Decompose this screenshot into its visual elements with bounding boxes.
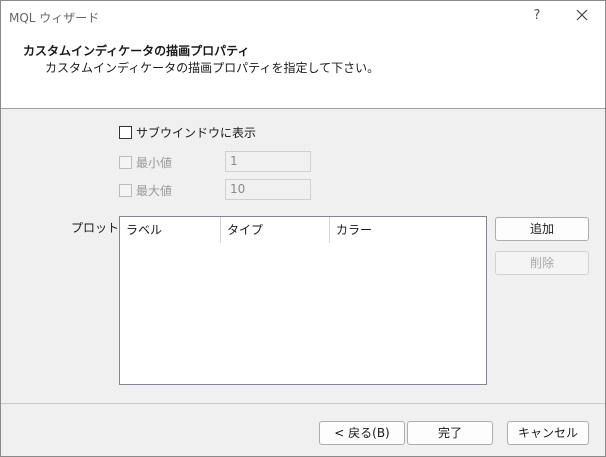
close-button[interactable] [567,4,597,28]
max-value-checkbox [119,184,132,197]
wizard-window: MQL ウィザード ? カスタムインディケータの描画プロパティ カスタムインディ… [0,0,606,457]
min-value-field: 1 [225,151,311,172]
back-button[interactable]: < 戻る(B) [319,421,405,445]
page-description: カスタムインディケータの描画プロパティを指定して下さい。 [45,61,380,75]
plot-label: プロット: [71,221,124,235]
max-value-field: 10 [225,179,311,200]
subwindow-checkbox-row[interactable]: サブウインドウに表示 [119,124,256,141]
max-value-checkbox-row: 最大値 [119,182,172,199]
min-value-label: 最小値 [136,156,173,170]
page-title: カスタムインディケータの描画プロパティ [23,44,250,58]
window-title: MQL ウィザード [9,11,100,25]
column-header-type[interactable]: タイプ [221,217,330,243]
column-header-label[interactable]: ラベル [120,217,221,243]
close-icon [576,9,588,21]
min-value-checkbox-row: 最小値 [119,154,172,171]
footer-divider [1,403,605,404]
column-header-color[interactable]: カラー [330,217,486,243]
add-plot-button[interactable]: 追加 [495,217,589,241]
plot-list-header: ラベル タイプ カラー [120,217,486,243]
help-button[interactable]: ? [523,4,551,28]
subwindow-checkbox[interactable] [119,126,132,139]
min-value-checkbox [119,156,132,169]
subwindow-label: サブウインドウに表示 [136,126,257,140]
max-value-label: 最大値 [136,184,173,198]
cancel-button[interactable]: キャンセル [507,421,589,445]
title-bar: MQL ウィザード ? [1,1,605,31]
wizard-header: カスタムインディケータの描画プロパティ カスタムインディケータの描画プロパティを… [1,31,605,109]
delete-plot-button: 削除 [495,251,589,275]
finish-button[interactable]: 完了 [407,421,493,445]
plot-list[interactable]: ラベル タイプ カラー [119,216,487,385]
